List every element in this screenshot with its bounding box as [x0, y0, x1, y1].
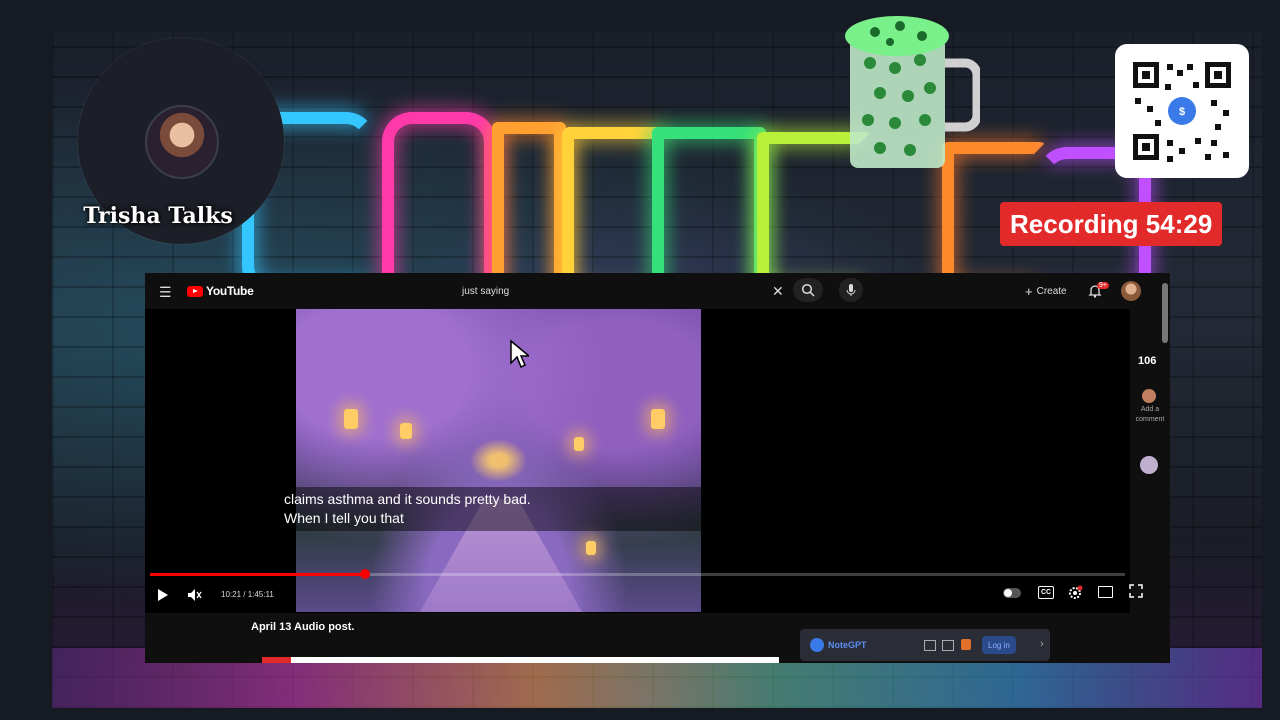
- progress-bar[interactable]: [150, 569, 1125, 579]
- chevron-right-icon[interactable]: ›: [1040, 638, 1044, 650]
- progress-scrubber[interactable]: [359, 569, 370, 579]
- search-icon: [801, 283, 815, 297]
- video-player[interactable]: claims asthma and it sounds pretty bad. …: [145, 309, 1143, 613]
- captions-icon[interactable]: CC: [1038, 586, 1054, 599]
- host-name: Trisha Talks: [83, 203, 233, 229]
- notegpt-label[interactable]: NoteGPT: [828, 640, 867, 650]
- youtube-window: ☰ YouTube just saying ✕ + Create 9+ clai…: [145, 273, 1170, 663]
- create-button[interactable]: + Create: [1025, 284, 1067, 299]
- settings-icon[interactable]: [1067, 585, 1083, 601]
- notegpt-toolbar: NoteGPT Log in ›: [800, 629, 1050, 661]
- youtube-logo[interactable]: YouTube: [187, 284, 254, 298]
- volume-icon[interactable]: [187, 588, 203, 602]
- search-input[interactable]: just saying: [462, 286, 509, 297]
- comment-count: 106: [1138, 355, 1157, 367]
- qr-code-icon: $: [1133, 62, 1231, 162]
- host-avatar: [145, 105, 219, 179]
- youtube-logo-text: YouTube: [206, 284, 254, 298]
- channel-avatar[interactable]: [1140, 456, 1158, 474]
- loading-bar: [262, 657, 779, 663]
- qr-code: $: [1115, 44, 1249, 178]
- user-avatar[interactable]: [1121, 281, 1141, 301]
- scrollbar[interactable]: [1162, 283, 1168, 343]
- svg-text:$: $: [1179, 106, 1185, 118]
- notegpt-screenshot-icon[interactable]: [924, 640, 936, 651]
- youtube-play-icon: [187, 285, 203, 297]
- miniplayer-icon[interactable]: [1098, 586, 1113, 598]
- time-display: 10:21 / 1:45:11: [221, 590, 274, 599]
- add-comment-link[interactable]: Add a comment: [1135, 405, 1165, 425]
- menu-icon[interactable]: ☰: [159, 285, 172, 299]
- commenter-avatar: [1142, 389, 1156, 403]
- mug-icon: [845, 16, 980, 168]
- notification-badge: 9+: [1097, 282, 1109, 289]
- lamp: [344, 409, 358, 429]
- mic-icon: [846, 284, 856, 296]
- notegpt-copy-icon[interactable]: [942, 640, 954, 651]
- player-controls: 10:21 / 1:45:11 CC: [145, 579, 1143, 611]
- notegpt-logo-icon: [810, 638, 824, 652]
- notegpt-gift-icon[interactable]: [961, 639, 971, 650]
- caption-line: When I tell you that: [284, 510, 404, 526]
- lamp: [574, 437, 584, 451]
- search-button[interactable]: [793, 278, 823, 302]
- create-label: Create: [1036, 286, 1067, 297]
- close-icon[interactable]: ✕: [772, 284, 784, 298]
- loading-bar-fill: [262, 657, 291, 663]
- voice-search-button[interactable]: [839, 278, 863, 302]
- login-button[interactable]: Log in: [982, 636, 1016, 654]
- lamp: [586, 541, 596, 555]
- mouse-pointer-icon: [510, 339, 529, 369]
- lamp: [400, 423, 412, 439]
- video-frame[interactable]: [296, 309, 701, 612]
- youtube-topbar: ☰ YouTube just saying ✕ + Create 9+: [145, 273, 1170, 309]
- caption-line: claims asthma and it sounds pretty bad.: [284, 491, 531, 507]
- recording-badge: Recording 54:29: [1000, 202, 1223, 246]
- play-icon[interactable]: [157, 588, 169, 602]
- post-title[interactable]: April 13 Audio post.: [251, 621, 355, 633]
- plus-icon: +: [1025, 284, 1033, 299]
- progress-fill: [150, 573, 365, 576]
- caption-box: claims asthma and it sounds pretty bad. …: [280, 487, 718, 531]
- autoplay-icon[interactable]: [1003, 588, 1021, 598]
- lamp: [651, 409, 665, 429]
- fullscreen-icon[interactable]: [1129, 584, 1143, 598]
